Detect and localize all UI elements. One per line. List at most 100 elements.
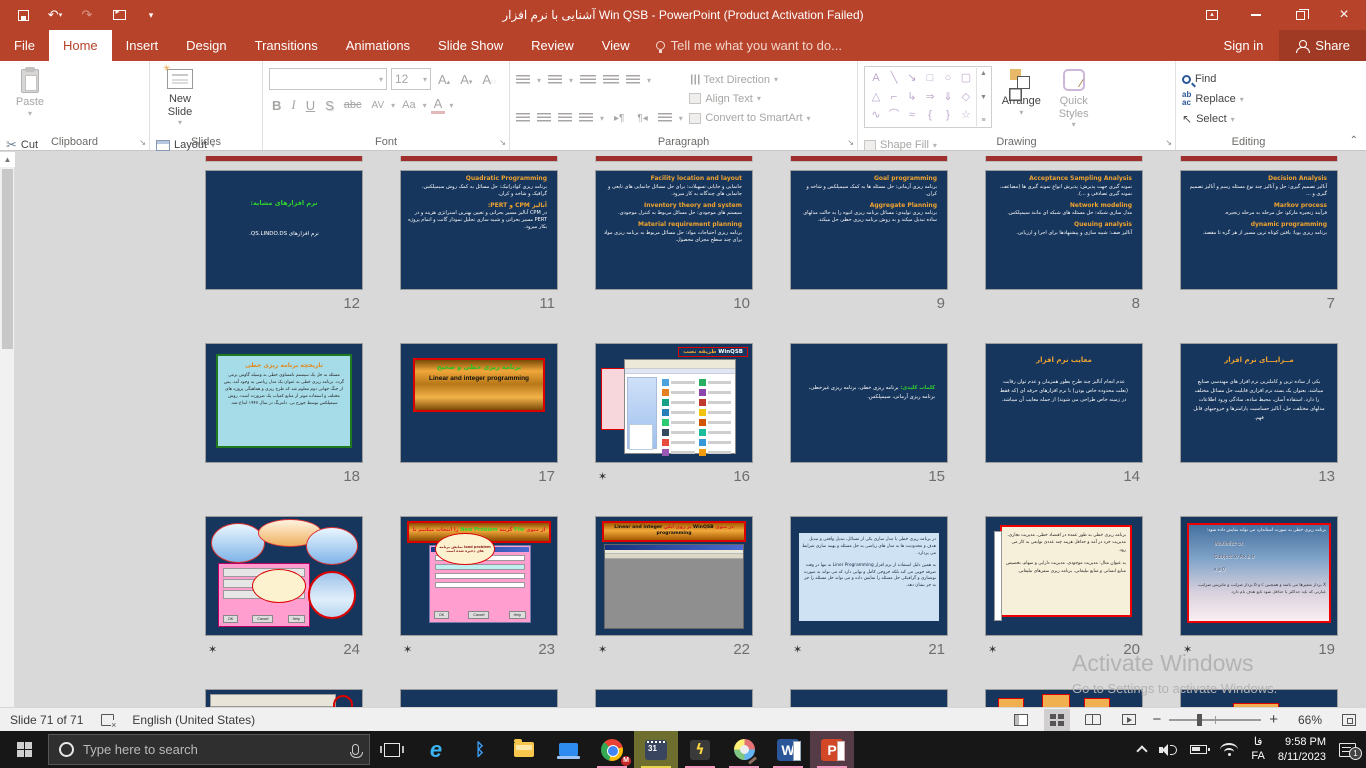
slide-10-thumbnail[interactable]: Facility location and layoutجانمایی و جا… [595,170,753,290]
text-shadow-button[interactable]: S [322,98,337,113]
zoom-slider-thumb[interactable] [1197,714,1202,726]
line-spacing-icon[interactable] [626,75,640,86]
underline-button[interactable]: U [303,98,318,113]
decrease-font-icon[interactable]: A▾ [457,72,475,87]
zoom-out-button[interactable]: − [1152,712,1161,727]
taskbar-paint[interactable] [722,731,766,768]
ribbon-display-options-icon[interactable]: ▴ [1190,0,1234,30]
shape-glyph[interactable]: ⇓ [939,88,957,107]
align-text-button[interactable]: Align Text▾ [689,89,849,108]
undo-icon[interactable]: ↶▾ [46,6,64,24]
taskbar-search-box[interactable]: Type here to search [48,734,370,765]
start-from-beginning-icon[interactable] [110,6,128,24]
language-indicator[interactable]: English (United States) [122,713,265,727]
tab-insert[interactable]: Insert [112,30,173,61]
shape-glyph[interactable]: { [921,106,939,125]
change-case-button[interactable]: Aa [399,99,418,111]
slide-13-thumbnail[interactable]: مــزایـــای نرم افزاریکی از ساده ترین و … [1180,343,1338,463]
close-button[interactable]: × [1322,0,1366,30]
taskbar-word[interactable]: W [766,731,810,768]
slide-25-thumbnail[interactable] [1180,689,1338,707]
shape-glyph[interactable]: ○ [939,69,957,88]
shape-glyph[interactable]: ⇒ [921,88,939,107]
shape-glyph[interactable]: □ [921,69,939,88]
font-size-combo[interactable]: 12▾ [391,68,431,90]
character-spacing-button[interactable]: AV [369,100,388,111]
tray-expand-icon[interactable] [1137,745,1148,756]
drawing-dialog-launcher-icon[interactable]: ↘ [1165,138,1172,147]
spellcheck-icon[interactable] [101,714,114,726]
shape-glyph[interactable]: A [867,69,885,88]
taskbar-display-app[interactable] [546,731,590,768]
select-button[interactable]: ↖Select▾ [1182,109,1244,129]
clock[interactable]: 9:58 PM8/11/2023 [1278,735,1326,765]
tell-me-box[interactable]: Tell me what you want to do... [644,30,854,61]
decrease-indent-icon[interactable] [580,75,596,86]
shape-glyph[interactable]: ◇ [957,88,975,107]
shape-glyph[interactable]: ☆ [957,106,975,125]
customize-qat-icon[interactable]: ▾ [142,6,160,24]
save-icon[interactable] [14,6,32,24]
slide-sorter-pane[interactable]: ▲ نرم افزارهای مشابه:نرم افزارهای QS.LIN… [0,152,1366,707]
shape-glyph[interactable]: ↘ [903,69,921,88]
paragraph-dialog-launcher-icon[interactable]: ↘ [847,138,854,147]
volume-icon[interactable] [1159,743,1177,757]
task-view-button[interactable] [370,731,414,768]
italic-button[interactable]: I [288,97,298,113]
slide-14-thumbnail[interactable]: معایب نرم افزارعدم انجام آنالیز چند طرح … [985,343,1143,463]
vertical-scrollbar[interactable]: ▲ [0,152,15,707]
quick-styles-button[interactable]: Quick Styles▾ [1051,66,1097,132]
microphone-icon[interactable] [352,744,359,755]
slide-18-thumbnail[interactable]: تاریخچه برنامه ریزی خطیمسئله به حل یک سی… [205,343,363,463]
slide-7-thumbnail[interactable]: Decision Analysisآنالیز تصمیم گیری: حل و… [1180,170,1338,290]
zoom-slider[interactable] [1169,719,1261,721]
slideshow-view-button[interactable] [1116,709,1142,731]
language-switcher[interactable]: فاFA [1251,736,1264,764]
taskbar-media-player[interactable] [634,731,678,768]
slide-8-thumbnail[interactable]: Acceptance Sampling Analysisنمونه گیری ج… [985,170,1143,290]
replace-button[interactable]: abacReplace▾ [1182,89,1244,109]
scrollbar-thumb[interactable] [2,169,13,349]
tab-review[interactable]: Review [517,30,588,61]
slide-29-thumbnail[interactable] [400,689,558,707]
slide-30-thumbnail[interactable] [205,689,363,707]
normal-view-button[interactable] [1008,709,1034,731]
slide-12-thumbnail[interactable]: نرم افزارهای مشابه:نرم افزارهای QS.LINDO… [205,170,363,290]
share-button[interactable]: Share [1279,30,1366,61]
columns-icon[interactable] [658,113,672,124]
shape-glyph[interactable]: ≈ [903,106,921,125]
bullets-icon[interactable] [516,75,530,86]
increase-indent-icon[interactable] [603,75,619,86]
slide-26-thumbnail[interactable] [985,689,1143,707]
shape-glyph[interactable]: △ [867,88,885,107]
arrange-button[interactable]: Arrange▾ [995,66,1047,132]
tab-transitions[interactable]: Transitions [241,30,332,61]
shape-glyph[interactable]: ▢ [957,69,975,88]
align-right-icon[interactable] [558,113,572,124]
zoom-in-button[interactable]: + [1269,712,1278,727]
scroll-up-icon[interactable]: ▲ [0,152,15,167]
slide-20-thumbnail[interactable]: برنامه ریزی خطی به طور عمده در اقتصاد خط… [985,516,1143,636]
slide-23-thumbnail[interactable]: از منوی File گزینه New Problem را انتخاب… [400,516,558,636]
numbering-icon[interactable] [548,75,562,86]
tab-home[interactable]: Home [49,30,112,61]
battery-icon[interactable] [1190,745,1207,754]
font-dialog-launcher-icon[interactable]: ↘ [499,138,506,147]
wifi-icon[interactable] [1220,743,1238,756]
taskbar-edge[interactable]: e [414,731,458,768]
slide-28-thumbnail[interactable] [595,689,753,707]
tab-slideshow[interactable]: Slide Show [424,30,517,61]
tab-design[interactable]: Design [172,30,240,61]
tab-file[interactable]: File [0,30,49,61]
shape-glyph[interactable]: ⌐ [885,88,903,107]
find-button[interactable]: Find [1182,69,1244,89]
clipboard-dial og-launcher-icon[interactable]: ↘ [139,138,146,147]
convert-smartart-button[interactable]: Convert to SmartArt▾ [689,109,849,128]
shape-glyph[interactable]: ╲ [885,69,903,88]
shape-glyph[interactable]: } [939,106,957,125]
slide-15-thumbnail[interactable]: کلمات کلیدی: برنامه ریزی خطی، برنامه ریز… [790,343,948,463]
collapse-ribbon-icon[interactable]: ⌃ [1350,135,1358,146]
taskbar-file-explorer[interactable] [502,731,546,768]
justify-icon[interactable] [579,113,593,124]
shape-glyph[interactable]: ↳ [903,88,921,107]
